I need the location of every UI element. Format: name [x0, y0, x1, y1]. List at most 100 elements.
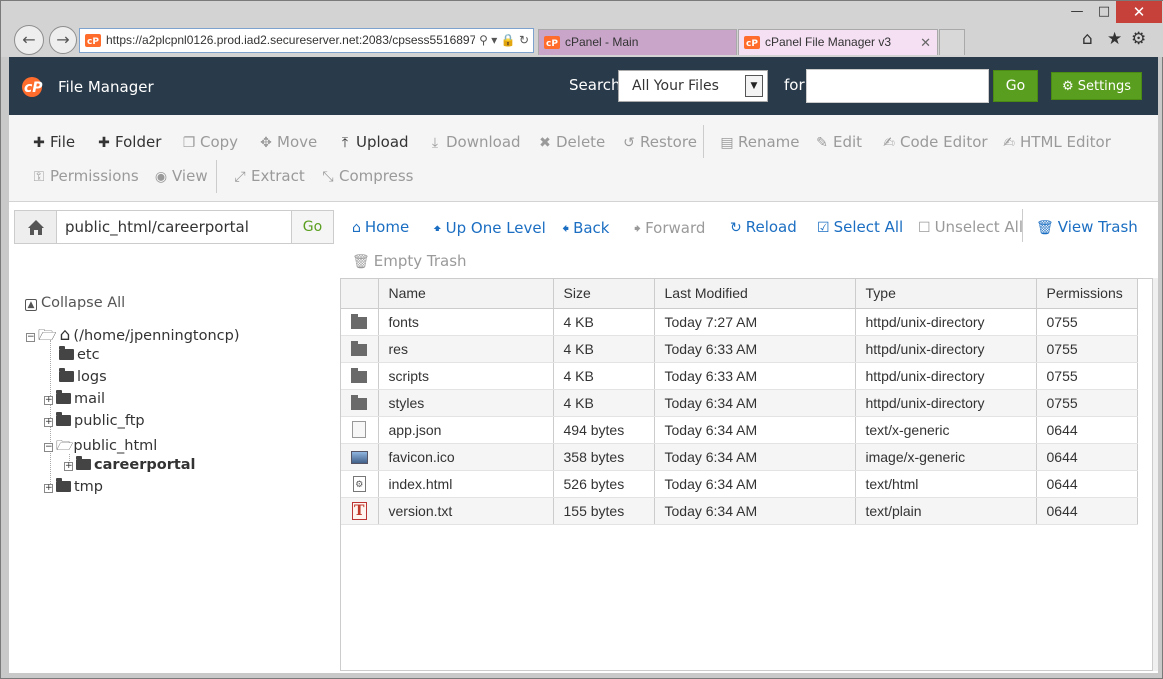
reload-button[interactable]: ↻ Reload: [730, 218, 797, 236]
tree-item-tmp[interactable]: + tmp: [44, 478, 103, 495]
star-icon[interactable]: ★: [1107, 29, 1122, 49]
expand-toggle-icon[interactable]: +: [64, 462, 73, 471]
download-button[interactable]: ⤓ Download: [427, 133, 521, 151]
refresh-icon[interactable]: ↻: [519, 33, 529, 47]
search-go-button[interactable]: Go: [993, 70, 1038, 102]
search-input[interactable]: [806, 69, 989, 103]
table-row[interactable]: scripts 4 KB Today 6:33 AM httpd/unix-di…: [341, 362, 1138, 390]
table-row[interactable]: styles 4 KB Today 6:34 AM httpd/unix-dir…: [341, 389, 1138, 417]
tree-item-public-ftp[interactable]: + public_ftp: [44, 412, 145, 429]
eye-icon: ◉: [154, 169, 168, 185]
name-column-header[interactable]: Name: [377, 279, 554, 309]
trash-icon: 🗑: [352, 254, 370, 270]
lock-icon[interactable]: 🔒: [501, 33, 516, 47]
file-name[interactable]: app.json: [378, 416, 554, 444]
tab-file-manager[interactable]: cP cPanel File Manager v3 ✕: [738, 29, 938, 55]
gear-icon: ⚙: [1061, 79, 1074, 94]
tree-item-careerportal[interactable]: + careerportal: [64, 456, 196, 473]
new-tab-button[interactable]: [939, 29, 965, 55]
expand-toggle-icon[interactable]: +: [44, 418, 53, 427]
type-column-header[interactable]: Type: [854, 279, 1037, 309]
expand-icon: ⤢: [234, 169, 246, 185]
home-icon[interactable]: ⌂: [1082, 29, 1093, 49]
restore-button[interactable]: ↺ Restore: [621, 133, 697, 151]
table-row[interactable]: res 4 KB Today 6:33 AM httpd/unix-direct…: [341, 335, 1138, 363]
path-home-button[interactable]: [15, 211, 57, 243]
file-name[interactable]: scripts: [378, 362, 554, 390]
html-editor-button[interactable]: ✍ HTML Editor: [1001, 133, 1111, 151]
image-icon: [350, 451, 368, 465]
search-icon[interactable]: ⚲: [479, 33, 488, 47]
tree-item-etc[interactable]: etc: [59, 346, 100, 363]
back-arrow-icon[interactable]: ←: [14, 25, 44, 55]
table-row[interactable]: favicon.ico 358 bytes Today 6:34 AM imag…: [341, 443, 1138, 471]
file-name[interactable]: version.txt: [378, 497, 554, 525]
new-file-button[interactable]: ✚ File: [31, 133, 75, 151]
table-row[interactable]: app.json 494 bytes Today 6:34 AM text/x-…: [341, 416, 1138, 444]
tree-item-mail[interactable]: + mail: [44, 390, 105, 407]
file-type: httpd/unix-directory: [855, 308, 1037, 336]
scrollbar[interactable]: [1153, 278, 1158, 671]
upload-button[interactable]: ⤒ Upload: [337, 133, 409, 151]
unselect-all-button[interactable]: ☐ Unselect All: [918, 218, 1023, 236]
address-bar[interactable]: cP https://a2plcpnl0126.prod.iad2.secure…: [79, 28, 534, 53]
new-folder-button[interactable]: ✚ Folder: [96, 133, 161, 151]
back-nav-label: Back: [573, 219, 610, 237]
expand-toggle-icon[interactable]: +: [44, 484, 53, 493]
file-name[interactable]: fonts: [378, 308, 554, 336]
size-column-header[interactable]: Size: [552, 279, 655, 309]
move-button[interactable]: ✥ Move: [258, 133, 317, 151]
back-nav-button[interactable]: 🠸 Back: [562, 218, 609, 242]
file-name[interactable]: index.html: [378, 470, 554, 498]
view-trash-button[interactable]: 🗑 View Trash: [1036, 218, 1138, 236]
select-all-button[interactable]: ☑ Select All: [817, 218, 903, 236]
html-editor-icon: ✍: [1003, 135, 1015, 151]
copy-label: Copy: [200, 133, 239, 151]
file-name[interactable]: favicon.ico: [378, 443, 554, 471]
collapse-all-button[interactable]: ▲ Collapse All: [25, 295, 125, 311]
file-name[interactable]: styles: [378, 389, 554, 417]
collapse-toggle-icon[interactable]: −: [26, 333, 35, 342]
chevron-down-icon: ▼: [745, 75, 763, 97]
path-input[interactable]: [65, 211, 291, 243]
permissions-button[interactable]: ⚿ Permissions: [31, 167, 139, 185]
up-one-level-button[interactable]: 🠹 Up One Level: [433, 218, 546, 242]
modified-column-header[interactable]: Last Modified: [653, 279, 856, 309]
table-row[interactable]: ⚙ index.html 526 bytes Today 6:34 AM tex…: [341, 470, 1138, 498]
expand-toggle-icon[interactable]: +: [44, 396, 53, 405]
gear-icon[interactable]: ⚙: [1131, 29, 1146, 49]
forward-nav-button[interactable]: 🠺 Forward: [634, 218, 705, 242]
rename-button[interactable]: ▤ Rename: [719, 133, 799, 151]
file-name[interactable]: res: [378, 335, 554, 363]
close-tab-icon[interactable]: ✕: [920, 30, 931, 55]
collapse-toggle-icon[interactable]: −: [44, 443, 53, 452]
tree-root-label: (/home/jpenningtoncp): [73, 328, 240, 344]
path-go-button[interactable]: Go: [291, 211, 333, 243]
dropdown-icon[interactable]: ▾: [491, 33, 497, 47]
file-type: httpd/unix-directory: [855, 389, 1037, 417]
trash-icon: 🗑: [1036, 220, 1054, 236]
compress-button[interactable]: ⤡ Compress: [320, 167, 413, 185]
tab-cpanel-main[interactable]: cP cPanel - Main: [538, 29, 737, 55]
copy-button[interactable]: ❐ Copy: [181, 133, 238, 151]
forward-arrow-icon[interactable]: →: [49, 26, 77, 54]
view-button[interactable]: ◉ View: [153, 167, 208, 185]
delete-button[interactable]: ✖ Delete: [537, 133, 605, 151]
html-file-icon: ⚙: [352, 476, 366, 493]
compress-label: Compress: [339, 167, 414, 185]
close-window-icon[interactable]: ✕: [1116, 1, 1162, 23]
extract-button[interactable]: ⤢ Extract: [232, 167, 304, 185]
home-nav-button[interactable]: ⌂ Home: [352, 218, 409, 236]
empty-trash-button[interactable]: 🗑 Empty Trash: [352, 252, 467, 270]
search-scope-select[interactable]: All Your Files ▼: [618, 70, 768, 102]
settings-button[interactable]: ⚙ Settings: [1051, 72, 1142, 100]
table-row[interactable]: fonts 4 KB Today 7:27 AM httpd/unix-dire…: [341, 308, 1138, 336]
tree-item-logs[interactable]: logs: [59, 368, 107, 385]
row-icon-cell: [341, 443, 379, 471]
code-editor-button[interactable]: ✍ Code Editor: [881, 133, 987, 151]
edit-button[interactable]: ✎ Edit: [814, 133, 862, 151]
permissions-column-header[interactable]: Permissions: [1035, 279, 1138, 309]
address-url: https://a2plcpnl0126.prod.iad2.secureser…: [106, 33, 477, 47]
tree-item-public-html[interactable]: − 🗁public_html: [44, 435, 157, 459]
table-row[interactable]: T version.txt 155 bytes Today 6:34 AM te…: [341, 497, 1138, 525]
